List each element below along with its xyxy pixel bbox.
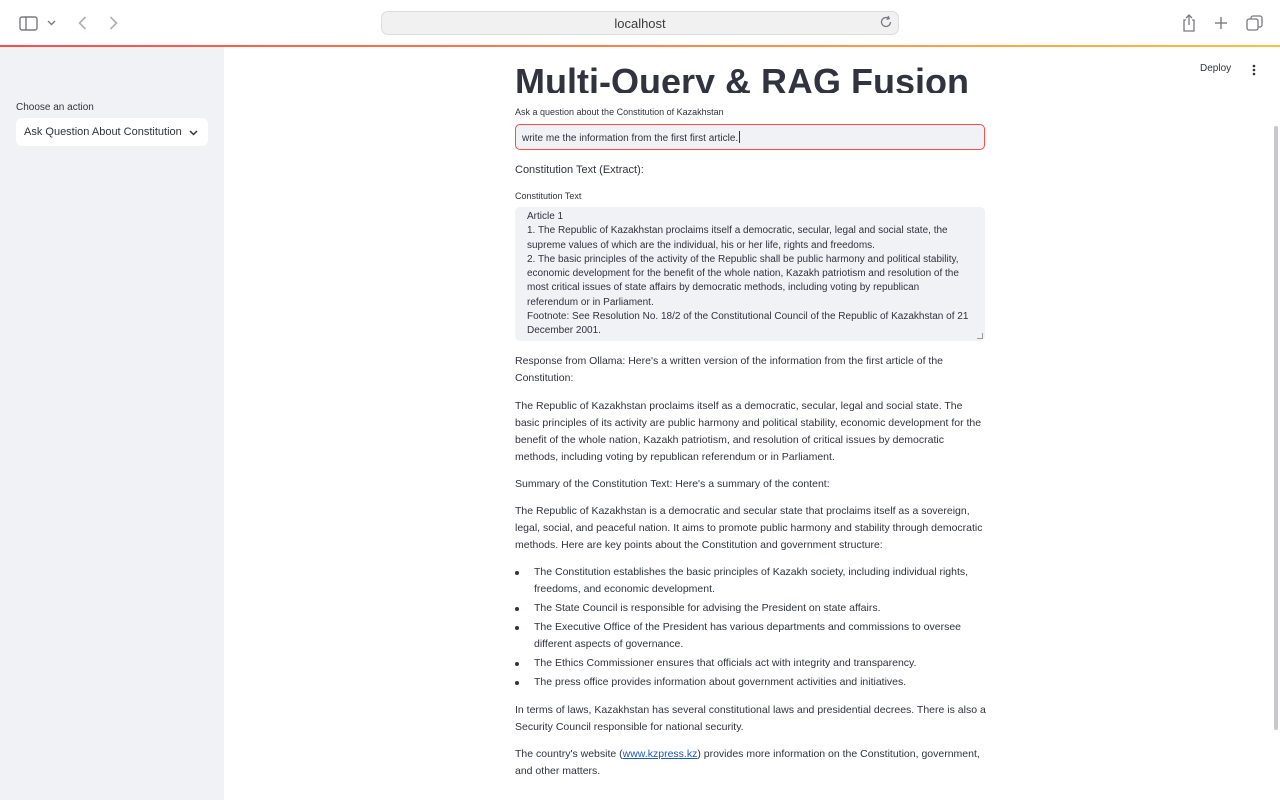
- laws-paragraph: In terms of laws, Kazakhstan has several…: [515, 704, 986, 733]
- page-title: Multi-Query & RAG Fusion: [515, 61, 969, 93]
- list-item: The State Council is responsible for adv…: [515, 600, 987, 617]
- address-bar[interactable]: localhost: [381, 11, 899, 35]
- back-icon[interactable]: [74, 12, 90, 34]
- deploy-button[interactable]: Deploy: [1200, 63, 1231, 74]
- response-intro: Response from Ollama: Here's a written v…: [515, 355, 944, 384]
- summary-body: The Republic of Kazakhstan is a democrat…: [515, 505, 983, 551]
- text-caret: [739, 131, 741, 143]
- new-tab-icon[interactable]: [1211, 12, 1231, 34]
- browser-toolbar: localhost: [0, 0, 1280, 46]
- response-body: The Republic of Kazakhstan proclaims its…: [515, 400, 982, 463]
- website-paragraph: The country's website (www.kzpress.kz) p…: [515, 746, 987, 780]
- forward-icon[interactable]: [105, 12, 121, 34]
- constitution-textarea[interactable]: Article 1 1. The Republic of Kazakhstan …: [515, 207, 985, 341]
- textarea-line: Article 1: [527, 211, 564, 222]
- list-item: The press office provides information ab…: [515, 674, 987, 691]
- action-select-label: Choose an action: [16, 102, 94, 113]
- sidebar: Choose an action Ask Question About Cons…: [0, 47, 224, 800]
- tab-overview-icon[interactable]: [1244, 12, 1264, 34]
- page-title-clip: Multi-Query & RAG Fusion: [515, 47, 985, 93]
- action-select[interactable]: Ask Question About Constitution: [16, 118, 208, 146]
- website-text-before: The country's website (: [515, 748, 623, 760]
- reload-icon[interactable]: [879, 15, 893, 34]
- share-icon[interactable]: [1179, 12, 1199, 34]
- constitution-text-label: Constitution Text: [515, 191, 582, 201]
- textarea-line: 1. The Republic of Kazakhstan proclaims …: [527, 225, 951, 251]
- question-value: write me the information from the first …: [522, 133, 739, 144]
- address-text: localhost: [614, 16, 666, 31]
- list-item: The Ethics Commissioner ensures that off…: [515, 655, 987, 672]
- summary-intro: Summary of the Constitution Text: Here's…: [515, 478, 830, 490]
- chevron-down-icon: [189, 127, 198, 139]
- chevron-down-icon[interactable]: [45, 12, 57, 34]
- extract-heading: Constitution Text (Extract):: [515, 164, 644, 176]
- question-label: Ask a question about the Constitution of…: [515, 107, 724, 117]
- textarea-line: Footnote: See Resolution No. 18/2 of the…: [527, 311, 972, 337]
- textarea-line: 2. The basic principles of the activity …: [527, 253, 962, 308]
- list-item: The Executive Office of the President ha…: [515, 619, 987, 653]
- website-link[interactable]: www.kzpress.kz: [623, 748, 698, 760]
- scrollbar[interactable]: [1274, 126, 1278, 730]
- action-select-value: Ask Question About Constitution: [24, 126, 182, 138]
- resize-handle[interactable]: [977, 333, 983, 339]
- main-menu-icon[interactable]: [1250, 63, 1258, 82]
- key-points-list: The Constitution establishes the basic p…: [515, 564, 987, 693]
- list-item: The Constitution establishes the basic p…: [515, 564, 987, 598]
- question-input[interactable]: write me the information from the first …: [515, 124, 985, 150]
- sidebar-toggle-icon[interactable]: [17, 12, 39, 34]
